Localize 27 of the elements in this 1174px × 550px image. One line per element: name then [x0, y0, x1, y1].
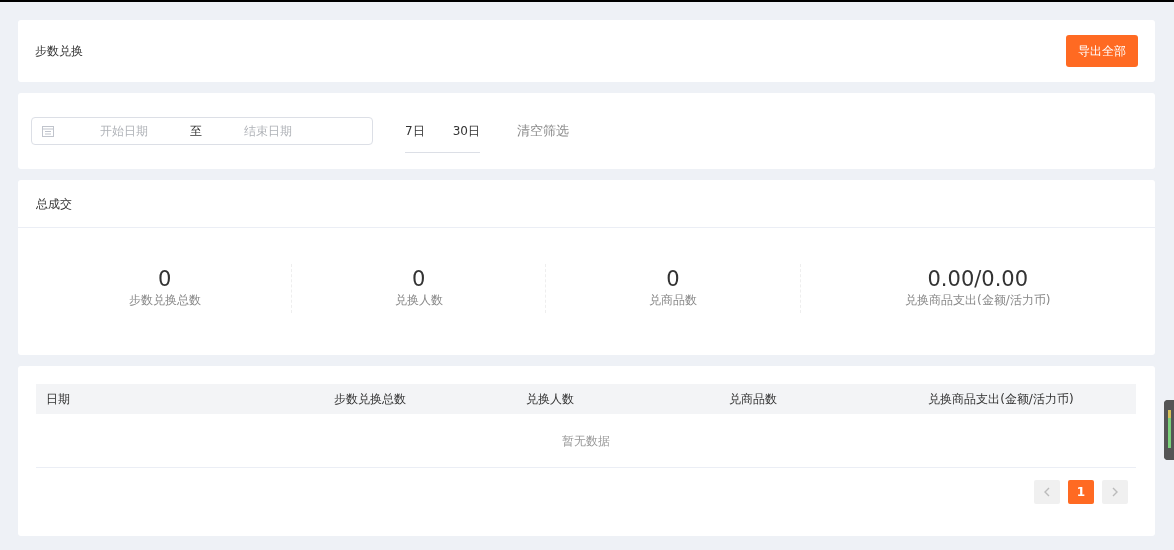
empty-text: 暂无数据 — [562, 432, 610, 450]
start-date-input[interactable]: 开始日期 — [64, 121, 184, 141]
section-title: 总成交 — [36, 195, 72, 213]
stat-label: 兑换人数 — [394, 292, 443, 310]
range-separator: 至 — [189, 123, 203, 140]
date-range-field[interactable]: 开始日期 至 结束日期 — [31, 117, 373, 145]
quick-range-tab[interactable]: 30日 — [452, 121, 480, 152]
chevron-left-icon — [1043, 487, 1051, 497]
column-header: 兑换人数 — [526, 392, 575, 406]
stat-value: 0 — [411, 268, 427, 292]
clear-filter-link[interactable]: 清空筛选 — [516, 121, 569, 141]
column-header: 步数兑换总数 — [334, 392, 407, 406]
stat-value: 0.00/0.00 — [926, 268, 1030, 292]
side-widget-drawing — [1164, 400, 1174, 460]
stat-value: 0 — [665, 268, 681, 292]
stat-value: 0 — [156, 268, 173, 292]
stat-label: 兑商品数 — [648, 292, 697, 310]
calendar-icon — [42, 125, 54, 137]
column-header: 日期 — [46, 392, 70, 406]
column-header: 兑换商品支出(金额/活力币) — [928, 392, 1074, 406]
page-title: 步数兑换 — [35, 43, 83, 60]
column-header: 兑商品数 — [729, 392, 778, 406]
chevron-right-icon — [1111, 487, 1119, 497]
stat-label: 步数兑换总数 — [128, 292, 201, 310]
stat-label: 兑换商品支出(金额/活力币) — [905, 292, 1051, 310]
quick-range-tab[interactable]: 7日 — [405, 121, 425, 152]
end-date-input[interactable]: 结束日期 — [208, 121, 328, 141]
